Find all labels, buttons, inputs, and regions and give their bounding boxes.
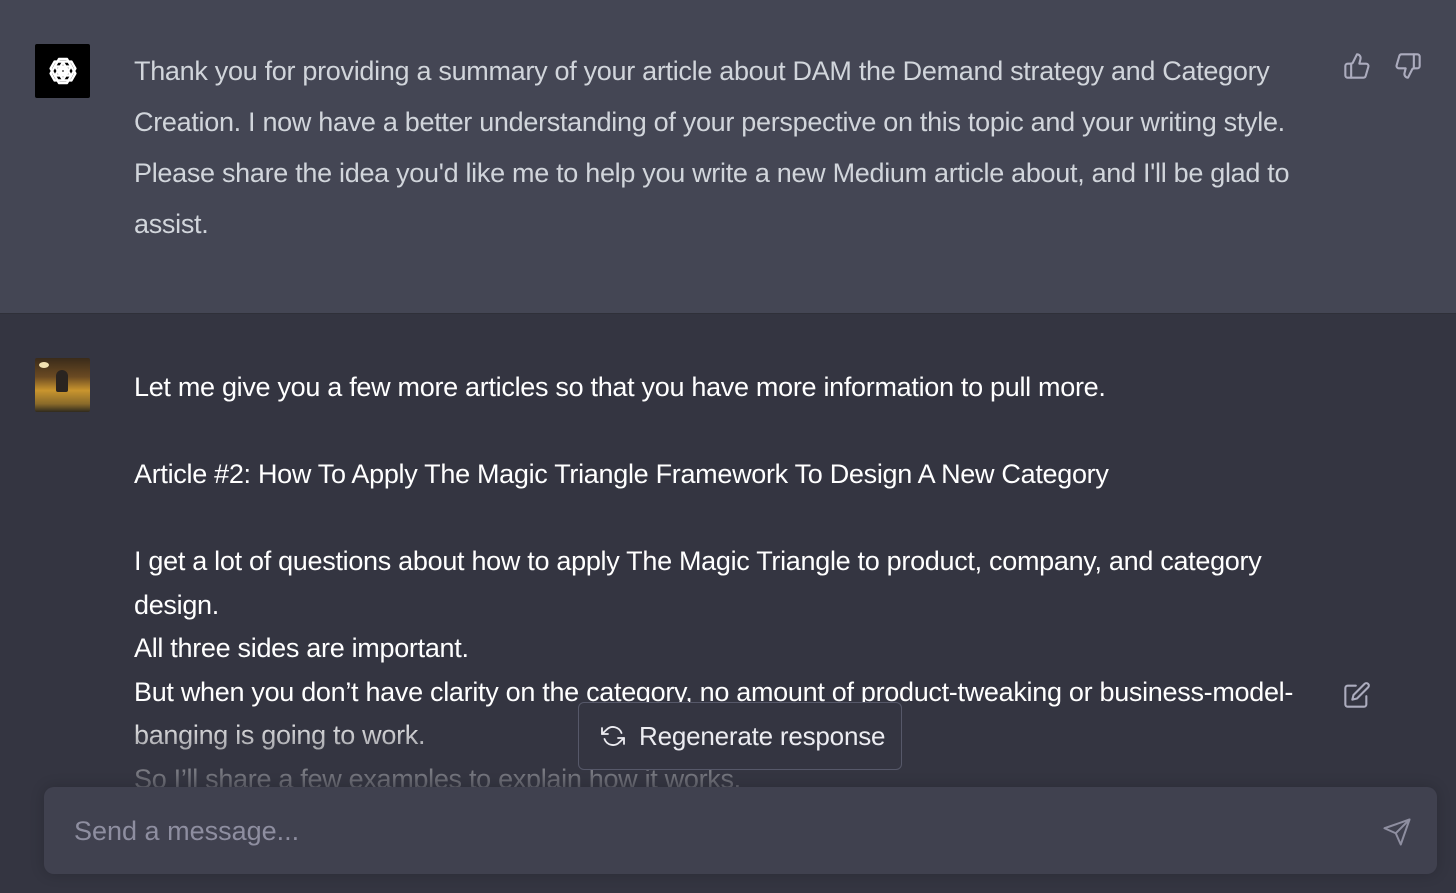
thumbs-down-button[interactable] — [1393, 51, 1423, 81]
user-message-line: Article #2: How To Apply The Magic Trian… — [134, 459, 1109, 489]
regenerate-label: Regenerate response — [639, 720, 886, 751]
thumbs-up-icon — [1344, 53, 1370, 79]
user-message-line: I get a lot of questions about how to ap… — [134, 546, 1262, 620]
edit-message-button[interactable] — [1342, 680, 1372, 710]
assistant-message-text: Thank you for providing a summary of you… — [134, 56, 1290, 239]
user-avatar — [35, 358, 90, 412]
avatar-figure — [56, 370, 68, 392]
edit-icon — [1344, 682, 1370, 708]
regenerate-response-button[interactable]: Regenerate response — [578, 702, 902, 770]
openai-logo-icon — [35, 44, 90, 98]
thumbs-up-button[interactable] — [1342, 51, 1372, 81]
send-button[interactable] — [1382, 817, 1412, 847]
assistant-message: Thank you for providing a summary of you… — [0, 0, 1456, 314]
user-message-line: All three sides are important. — [134, 633, 469, 663]
user-message-line: Let me give you a few more articles so t… — [134, 372, 1106, 402]
message-composer — [44, 787, 1437, 876]
avatar-lamp — [39, 362, 49, 368]
send-icon — [1383, 818, 1411, 846]
refresh-icon — [601, 724, 625, 748]
message-input[interactable] — [72, 787, 1376, 876]
thumbs-down-icon — [1395, 53, 1421, 79]
